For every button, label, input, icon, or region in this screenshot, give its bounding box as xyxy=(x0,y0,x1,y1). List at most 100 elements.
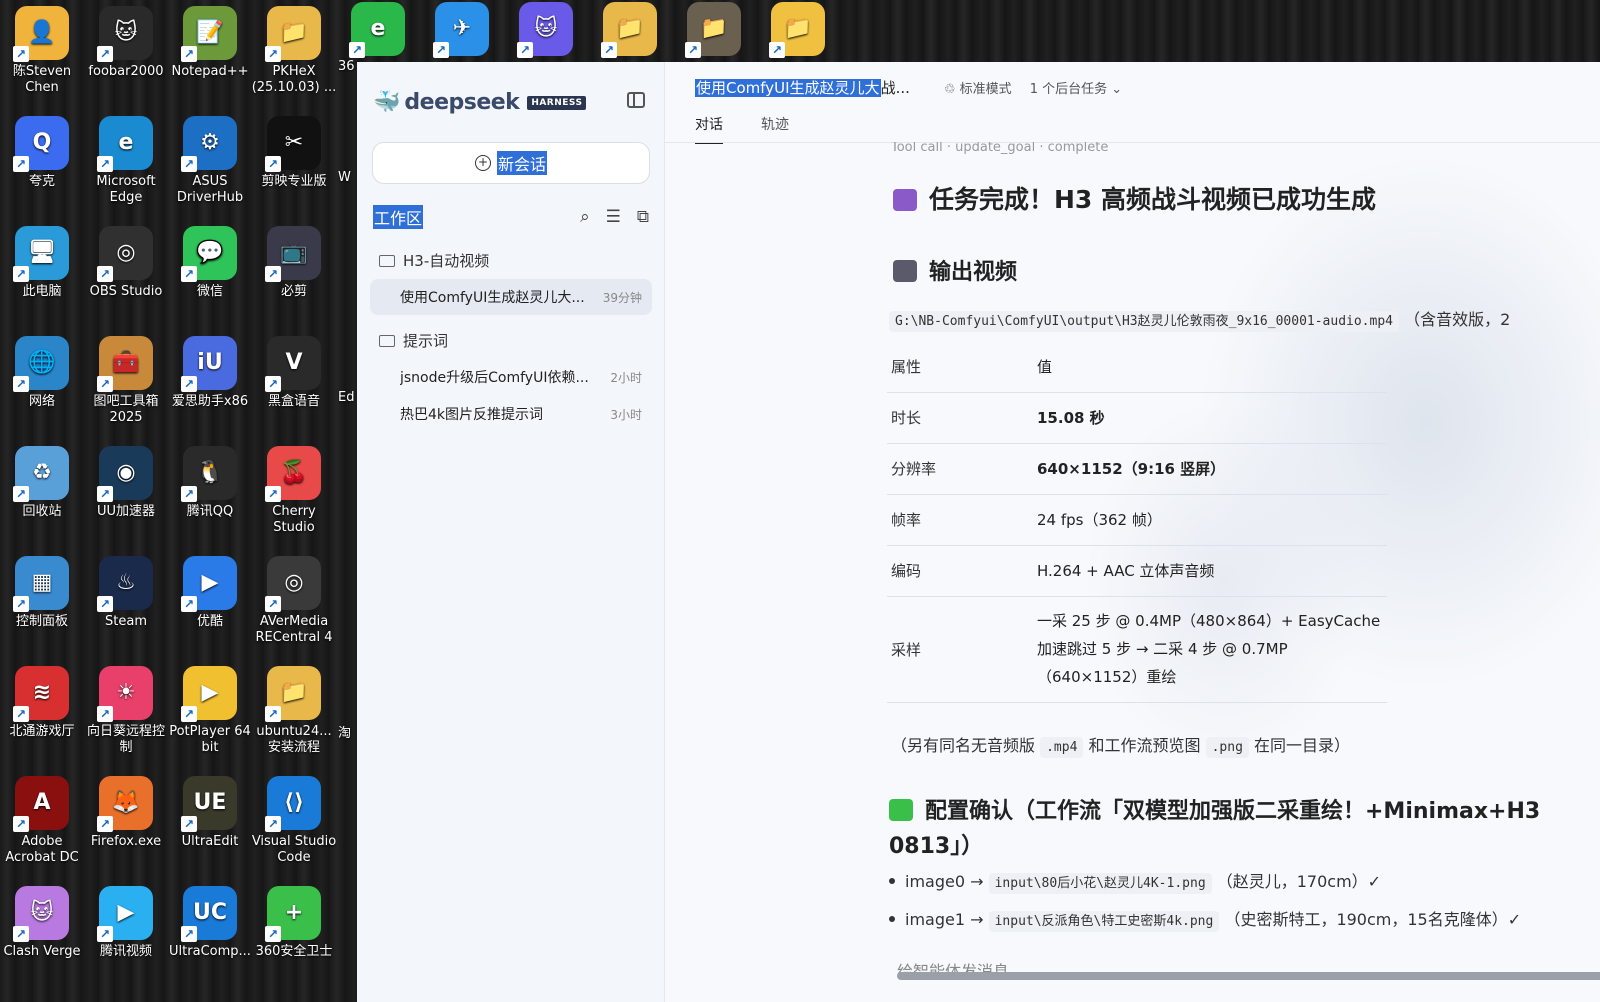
desktop-icon[interactable]: ◉ ↗ UU加速器 xyxy=(83,446,169,520)
app-icon: ▶ ↗ xyxy=(181,666,237,722)
shortcut-arrow-icon: ↗ xyxy=(181,46,197,62)
conversation-time: 2小时 xyxy=(610,370,642,385)
app-icon: 📁 ↗ xyxy=(769,2,825,58)
desktop-icon[interactable]: e ↗ Microsoft Edge xyxy=(83,116,169,206)
shortcut-arrow-icon: ↗ xyxy=(97,816,113,832)
conversation-item-active[interactable]: 使用ComfyUI生成赵灵儿大... 39分钟 xyxy=(370,279,652,315)
message-composer[interactable]: 给智能体发消息 xyxy=(873,932,1600,1002)
desktop-icon[interactable]: 🦊 ↗ Firefox.exe xyxy=(83,776,169,850)
check-icon xyxy=(889,799,913,821)
tab-trace[interactable]: 轨迹 xyxy=(761,114,789,144)
desktop-icon[interactable]: 📁 ↗ ubuntu24... 安装流程 xyxy=(251,666,337,756)
app-icon: 🧰 ↗ xyxy=(97,336,153,392)
desktop-icon[interactable]: ⟨⟩ ↗ Visual Studio Code xyxy=(251,776,337,866)
desktop-icon[interactable]: ✂ ↗ 剪映专业版 xyxy=(251,116,337,190)
desktop-icon[interactable]: 📝 ↗ Notepad++ xyxy=(167,6,253,80)
desktop-icon[interactable]: e ↗ xyxy=(335,2,421,60)
desktop-icon-label: Firefox.exe xyxy=(90,834,162,849)
workspace-header: 工作区 ⌕ ☰ ⧉ xyxy=(373,205,649,229)
desktop-icon[interactable]: 🧰 ↗ 图吧工具箱2025 xyxy=(83,336,169,426)
desktop-icon[interactable]: ▶ ↗ PotPlayer 64 bit xyxy=(167,666,253,756)
output-path-code[interactable]: G:\NB-Comfyui\ComfyUI\output\H3赵灵儿伦敦雨夜_9… xyxy=(889,311,1399,332)
desktop-icon[interactable]: ◎ ↗ OBS Studio xyxy=(83,226,169,300)
app-icon: ♻ ↗ xyxy=(13,446,69,502)
mode-selector[interactable]: ♲ 标准模式 xyxy=(944,78,1012,97)
filter-icon[interactable]: ☰ xyxy=(606,207,621,227)
desktop-icon[interactable]: 🐱 ↗ xyxy=(503,2,589,60)
sidebar-toggle-icon[interactable] xyxy=(627,92,645,108)
folder-name: 提示词 xyxy=(403,332,449,350)
app-icon: 📺 ↗ xyxy=(265,226,321,282)
desktop-icon[interactable]: Q ↗ 夸克 xyxy=(0,116,85,190)
shortcut-arrow-icon: ↗ xyxy=(265,486,281,502)
conversation-time: 39分钟 xyxy=(602,290,642,305)
background-tasks[interactable]: 1 个后台任务 ⌄ xyxy=(1030,78,1122,97)
shortcut-arrow-icon: ↗ xyxy=(601,42,617,58)
shortcut-arrow-icon: ↗ xyxy=(97,596,113,612)
conversation-item[interactable]: 热巴4k图片反推提示词 3小时 xyxy=(370,396,652,432)
desktop-icon[interactable]: 🌐 ↗ 网络 xyxy=(0,336,85,410)
desktop-icon[interactable]: ◎ ↗ AVerMedia RECentral 4 xyxy=(251,556,337,646)
conversation-item[interactable]: jsnode升级后ComfyUI依赖... 2小时 xyxy=(370,359,652,395)
desktop-icon[interactable]: ▶ ↗ 腾讯视频 xyxy=(83,886,169,960)
desktop-icon[interactable]: UC ↗ UltraComp... xyxy=(167,886,253,960)
tab-conversation[interactable]: 对话 xyxy=(695,114,723,144)
shortcut-arrow-icon: ↗ xyxy=(13,816,29,832)
desktop-icon-label: 网络 xyxy=(28,394,55,409)
desktop-icon[interactable]: 📁 ↗ PKHeX (25.10.03) ... xyxy=(251,6,337,96)
desktop-icon[interactable]: 📁 ↗ xyxy=(755,2,841,60)
shortcut-arrow-icon: ↗ xyxy=(13,156,29,172)
desktop-icon[interactable]: 📺 ↗ 必剪 xyxy=(251,226,337,300)
desktop-icon[interactable]: + ↗ 360安全卫士 xyxy=(251,886,337,960)
desktop-icon[interactable]: ⚙ ↗ ASUS DriverHub xyxy=(167,116,253,206)
shortcut-arrow-icon: ↗ xyxy=(181,156,197,172)
shortcut-arrow-icon: ↗ xyxy=(265,926,281,942)
app-icon: 👤 ↗ xyxy=(13,6,69,62)
shortcut-arrow-icon: ↗ xyxy=(97,706,113,722)
desktop-icon[interactable]: 🖥 ↗ 此电脑 xyxy=(0,226,85,300)
desktop-icon[interactable]: 🐱 ↗ Clash Verge xyxy=(0,886,85,960)
desktop-icon[interactable]: iU ↗ 爱思助手x86 xyxy=(167,336,253,410)
desktop-icon-label: 爱思助手x86 xyxy=(171,394,249,409)
desktop-icon[interactable]: 🐧 ↗ 腾讯QQ xyxy=(167,446,253,520)
desktop-icon-label: 腾讯QQ xyxy=(186,504,234,519)
desktop-icon[interactable]: ♨ ↗ Steam xyxy=(83,556,169,630)
shortcut-arrow-icon: ↗ xyxy=(181,706,197,722)
desktop-icon[interactable]: 💬 ↗ 微信 xyxy=(167,226,253,300)
folder-h3-auto-video[interactable]: H3-自动视频 xyxy=(379,250,489,271)
chat-title[interactable]: 使用ComfyUI生成赵灵儿大战... xyxy=(695,77,910,98)
desktop-icon-label: 优酷 xyxy=(196,614,223,629)
desktop-icon[interactable]: ✈ ↗ xyxy=(419,2,505,60)
desktop-icon[interactable]: A ↗ Adobe Acrobat DC xyxy=(0,776,85,866)
new-chat-button[interactable]: + 新会话 xyxy=(372,142,650,184)
desktop-icon[interactable]: UE ↗ UltraEdit xyxy=(167,776,253,850)
desktop-icon[interactable]: 🍒 ↗ Cherry Studio xyxy=(251,446,337,536)
desktop-icon[interactable]: 👤 ↗ 陈Steven Chen xyxy=(0,6,85,96)
conversation-time: 3小时 xyxy=(610,407,642,422)
shortcut-arrow-icon: ↗ xyxy=(433,42,449,58)
folder-prompts[interactable]: 提示词 xyxy=(379,330,448,351)
desktop-icon[interactable]: 📁 ↗ xyxy=(587,2,673,60)
output-video-heading: 输出视频 xyxy=(893,254,1017,286)
shortcut-arrow-icon: ↗ xyxy=(265,376,281,392)
app-icon: Q ↗ xyxy=(13,116,69,172)
horizontal-scrollbar[interactable] xyxy=(897,972,1600,980)
desktop-icon[interactable]: ♻ ↗ 回收站 xyxy=(0,446,85,520)
new-folder-icon[interactable]: ⧉ xyxy=(637,207,649,227)
search-icon[interactable]: ⌕ xyxy=(580,207,590,227)
desktop-icon[interactable]: ≋ ↗ 北通游戏厅 xyxy=(0,666,85,740)
desktop-icon[interactable]: 📁 ↗ xyxy=(671,2,757,60)
app-icon: ▶ ↗ xyxy=(181,556,237,612)
chat-tabs: 对话 轨迹 xyxy=(695,114,789,144)
conversation-title: 热巴4k图片反推提示词 xyxy=(400,407,544,423)
desktop-icon[interactable]: ☀ ↗ 向日葵远程控制 xyxy=(83,666,169,756)
desktop-icon[interactable]: V ↗ 黑盒语音 xyxy=(251,336,337,410)
desktop-icon[interactable]: ▶ ↗ 优酷 xyxy=(167,556,253,630)
shortcut-arrow-icon: ↗ xyxy=(517,42,533,58)
shortcut-arrow-icon: ↗ xyxy=(181,926,197,942)
shortcut-arrow-icon: ↗ xyxy=(97,926,113,942)
desktop-icon-label: 黑盒语音 xyxy=(267,394,320,409)
desktop-icon[interactable]: ▦ ↗ 控制面板 xyxy=(0,556,85,630)
desktop-icon[interactable]: 🐱 ↗ foobar2000 xyxy=(83,6,169,80)
shortcut-arrow-icon: ↗ xyxy=(13,926,29,942)
